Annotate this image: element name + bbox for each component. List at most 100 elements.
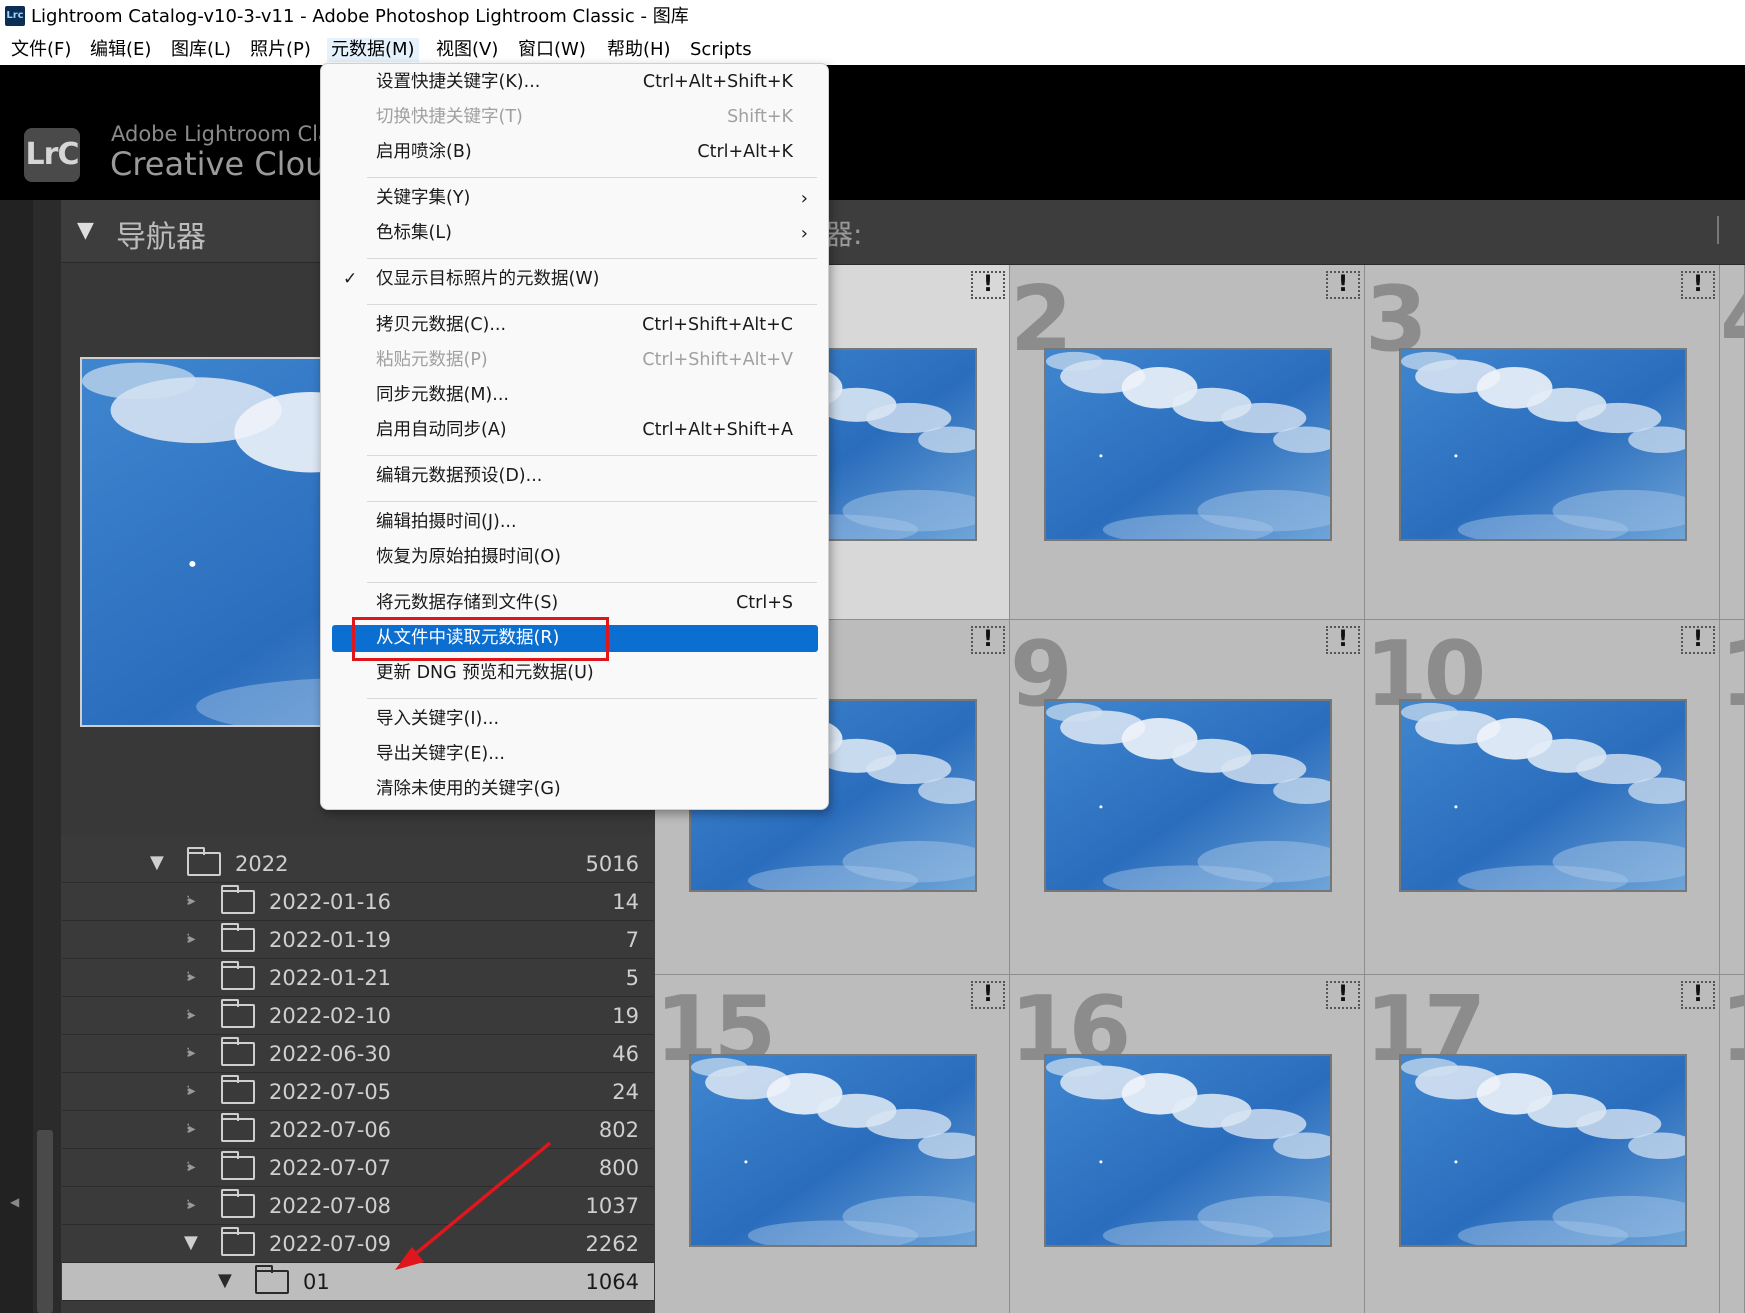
subfolder-expander-icon[interactable]: ⁝▸ — [186, 1045, 196, 1061]
folder-count: 46 — [612, 1042, 639, 1066]
photo-thumbnail[interactable] — [1399, 699, 1687, 892]
folder-count: 800 — [598, 1156, 639, 1180]
photo-thumbnail[interactable] — [1044, 348, 1332, 541]
folder-name: 2022-07-09 — [269, 1232, 392, 1256]
submenu-arrow-icon: › — [800, 223, 808, 244]
missing-photo-warning-icon[interactable]: ! — [1681, 626, 1715, 654]
lrc-logo: LrC — [24, 128, 80, 182]
menu-item-edit-capture-time[interactable]: 编辑拍摄时间(J)... — [332, 509, 818, 536]
folder-row-selected[interactable]: ▼ 01 1064 — [62, 1263, 654, 1301]
expand-triangle-icon[interactable]: ▼ — [218, 1270, 232, 1291]
folder-name: 2022-07-05 — [269, 1080, 392, 1104]
folder-name: 2022-01-21 — [269, 966, 392, 990]
subfolder-expander-icon[interactable]: ⁝▸ — [186, 969, 196, 985]
menu-bar: 文件(F) 编辑(E) 图库(L) 照片(P) 元数据(M) 视图(V) 窗口(… — [0, 35, 1745, 65]
menu-window[interactable]: 窗口(W) — [514, 38, 590, 62]
menu-item-sync-metadata[interactable]: 同步元数据(M)... — [332, 382, 818, 409]
missing-photo-warning-icon[interactable]: ! — [971, 981, 1005, 1009]
menu-item-import-keywords[interactable]: 导入关键字(I)... — [332, 706, 818, 733]
menu-item-update-dng-preview[interactable]: 更新 DNG 预览和元数据(U) — [332, 660, 818, 687]
folder-row[interactable]: ⁝▸ 2022-01-21 5 — [62, 959, 654, 997]
folder-count: 5 — [625, 966, 639, 990]
subfolder-expander-icon[interactable]: ⁝▸ — [186, 1159, 196, 1175]
menu-view[interactable]: 视图(V) — [432, 38, 502, 62]
navigator-title: 导航器 — [116, 220, 206, 255]
menu-item-enable-painting[interactable]: 启用喷涂(B) Ctrl+Alt+K — [332, 139, 818, 166]
missing-photo-warning-icon[interactable]: ! — [1681, 271, 1715, 299]
folder-row[interactable]: ⁝▸ 2022-01-16 14 — [62, 883, 654, 921]
subfolder-expander-icon[interactable]: ⁝▸ — [186, 893, 196, 909]
photo-thumbnail[interactable] — [689, 1054, 977, 1247]
photo-thumbnail[interactable] — [1044, 1054, 1332, 1247]
folder-name: 2022-01-19 — [269, 928, 392, 952]
grid-cell[interactable]: 15 ! — [655, 975, 1010, 1313]
subfolder-expander-icon[interactable]: ⁝▸ — [186, 931, 196, 947]
folder-row[interactable]: ⁝▸ 2022-06-30 46 — [62, 1035, 654, 1073]
folder-icon — [221, 1037, 255, 1066]
menu-item-enable-auto-sync[interactable]: 启用自动同步(A) Ctrl+Alt+Shift+A — [332, 417, 818, 444]
grid-cell[interactable]: 2 ! — [1010, 265, 1365, 620]
menu-scripts[interactable]: Scripts — [686, 38, 756, 62]
folder-icon — [221, 1075, 255, 1104]
folder-row[interactable]: ▼ 2022-07-09 2262 — [62, 1225, 654, 1263]
menu-item-copy-metadata[interactable]: 拷贝元数据(C)... Ctrl+Shift+Alt+C — [332, 312, 818, 339]
missing-photo-warning-icon[interactable]: ! — [971, 271, 1005, 299]
subfolder-expander-icon[interactable]: ⁝▸ — [186, 1197, 196, 1213]
subfolder-expander-icon[interactable]: ⁝▸ — [186, 1007, 196, 1023]
folder-name: 2022-07-07 — [269, 1156, 392, 1180]
menu-file[interactable]: 文件(F) — [7, 38, 75, 62]
grid-cell[interactable]: 9 ! — [1010, 620, 1365, 975]
menu-library[interactable]: 图库(L) — [167, 38, 235, 62]
missing-photo-warning-icon[interactable]: ! — [1326, 271, 1360, 299]
collapse-triangle-icon[interactable]: ▼ — [77, 218, 94, 243]
grid-cell[interactable]: 10 ! — [1365, 620, 1720, 975]
left-panel-scrollbar[interactable] — [37, 1130, 53, 1313]
menu-item-set-keyword-shortcut[interactable]: 设置快捷关键字(K)... Ctrl+Alt+Shift+K — [332, 69, 818, 96]
photo-thumbnail[interactable] — [1399, 348, 1687, 541]
missing-photo-warning-icon[interactable]: ! — [1326, 981, 1360, 1009]
menu-separator — [367, 304, 817, 305]
menu-metadata[interactable]: 元数据(M) — [327, 38, 419, 62]
cell-index: 1 — [1720, 625, 1744, 725]
folder-row[interactable]: ▼ 2022 5016 — [62, 845, 654, 883]
menu-help[interactable]: 帮助(H) — [603, 38, 675, 62]
grid-cell[interactable]: 3 ! — [1365, 265, 1720, 620]
collapse-left-panel-icon[interactable]: ◀ — [10, 1195, 19, 1209]
grid-cell-partial[interactable]: 1 — [1720, 620, 1745, 975]
subfolder-expander-icon[interactable]: ⁝▸ — [186, 1083, 196, 1099]
folder-name: 2022-01-16 — [269, 890, 392, 914]
folder-row[interactable]: ⁝▸ 2022-07-08 1037 — [62, 1187, 654, 1225]
menu-separator — [367, 258, 817, 259]
expand-triangle-icon[interactable]: ▼ — [150, 852, 164, 873]
folder-icon — [221, 961, 255, 990]
menu-separator — [367, 582, 817, 583]
subfolder-expander-icon[interactable]: ⁝▸ — [186, 1121, 196, 1137]
folder-row[interactable]: ⁝▸ 2022-07-07 800 — [62, 1149, 654, 1187]
folder-row[interactable]: ⁝▸ 2022-01-19 7 — [62, 921, 654, 959]
grid-cell-partial[interactable]: 1 — [1720, 975, 1745, 1313]
folder-row[interactable]: ⁝▸ 2022-07-06 802 — [62, 1111, 654, 1149]
grid-cell-partial[interactable]: 4 — [1720, 265, 1745, 620]
folder-row[interactable]: ⁝▸ 2022-07-05 24 — [62, 1073, 654, 1111]
menu-edit[interactable]: 编辑(E) — [86, 38, 155, 62]
folder-name: 2022-06-30 — [269, 1042, 392, 1066]
photo-thumbnail[interactable] — [1044, 699, 1332, 892]
photo-thumbnail[interactable] — [1399, 1054, 1687, 1247]
missing-photo-warning-icon[interactable]: ! — [1681, 981, 1715, 1009]
menu-item-edit-metadata-presets[interactable]: 编辑元数据预设(D)... — [332, 463, 818, 490]
menu-item-keyword-set[interactable]: 关键字集(Y) › — [332, 185, 818, 212]
folder-row[interactable]: ⁝▸ 2022-02-10 19 — [62, 997, 654, 1035]
menu-photo[interactable]: 照片(P) — [246, 38, 315, 62]
expand-triangle-icon[interactable]: ▼ — [184, 1232, 198, 1253]
menu-item-color-label-set[interactable]: 色标集(L) › — [332, 220, 818, 247]
menu-item-revert-capture-time[interactable]: 恢复为原始拍摄时间(O) — [332, 544, 818, 571]
missing-photo-warning-icon[interactable]: ! — [971, 626, 1005, 654]
missing-photo-warning-icon[interactable]: ! — [1326, 626, 1360, 654]
grid-cell[interactable]: 16 ! — [1010, 975, 1365, 1313]
menu-item-save-metadata-to-file[interactable]: 将元数据存储到文件(S) Ctrl+S — [332, 590, 818, 617]
folder-icon — [255, 1265, 289, 1294]
menu-item-purge-unused-keywords[interactable]: 清除未使用的关键字(G) — [332, 776, 818, 803]
grid-cell[interactable]: 17 ! — [1365, 975, 1720, 1313]
menu-item-show-target-metadata[interactable]: ✓ 仅显示目标照片的元数据(W) — [332, 266, 818, 293]
menu-item-export-keywords[interactable]: 导出关键字(E)... — [332, 741, 818, 768]
